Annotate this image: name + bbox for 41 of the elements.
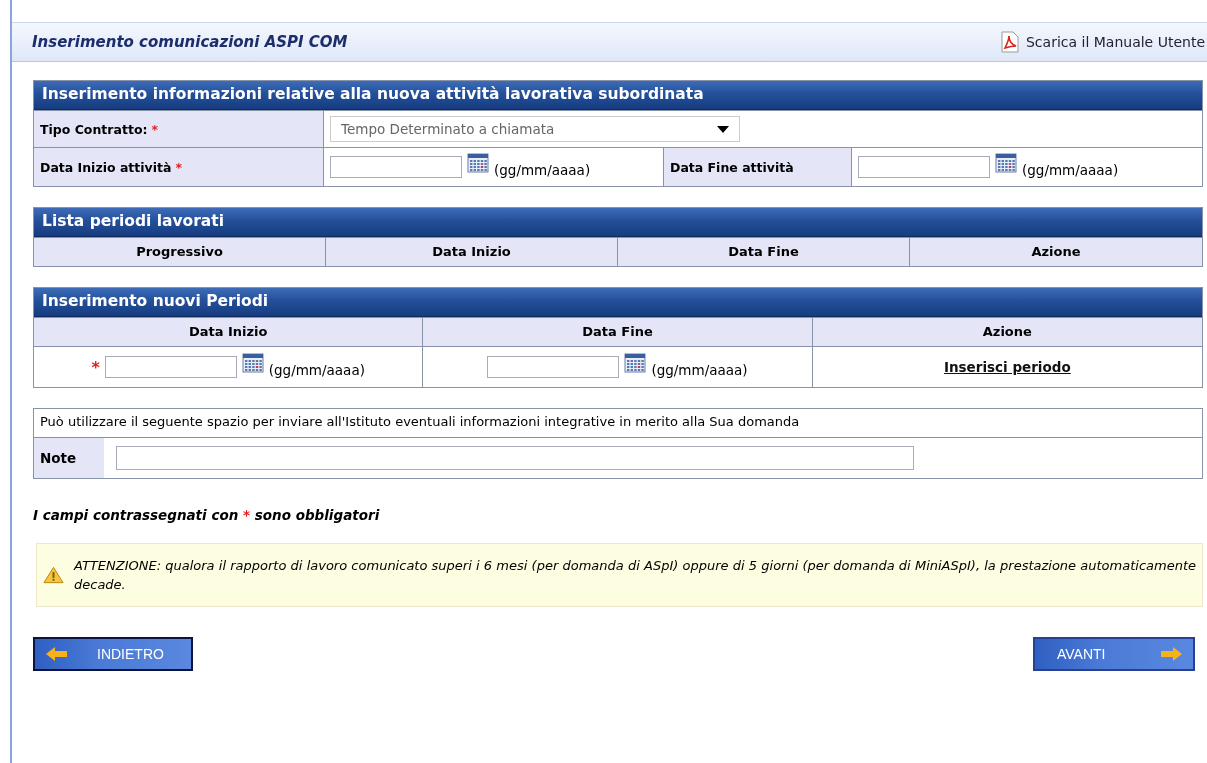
date-field[interactable] — [487, 356, 620, 378]
warning-text: ATTENZIONE: qualora il rapporto di lavoro comunicato superi i 6 mesi (per domanda di ASpI) oppure di 5 giorni (per domanda di MiniASpI), la prestazione automaticamente decade. — [74, 557, 1196, 594]
notes-description: Può utilizzare il seguente spazio per inviare all'Istituto eventuali informazioni integrative in merito alla Sua domanda — [39, 413, 801, 431]
field-label: Tipo Contratto: * — [34, 111, 324, 147]
section-header: Inserimento nuovi Periodi — [34, 288, 1202, 317]
column-header: Data Fine — [618, 238, 910, 266]
arrow-right-icon — [1159, 646, 1183, 662]
field-label: Note — [34, 438, 104, 478]
column-header: Data Fine — [423, 318, 813, 346]
date-field[interactable] — [104, 356, 237, 378]
field-label: Data Inizio attività * — [34, 148, 324, 186]
manual-link[interactable]: Scarica il Manuale Utente — [999, 31, 1207, 53]
column-header: Azione — [910, 238, 1202, 266]
calendar-icon[interactable] — [467, 153, 489, 173]
date-format-hint: (gg/mm/aaaa) — [1022, 162, 1119, 178]
field-label: Data Fine attività — [664, 148, 852, 186]
back-button[interactable]: INDIETRO — [33, 637, 193, 671]
insert-period-link[interactable]: Inserisci periodo — [943, 359, 1071, 375]
notes-field[interactable] — [116, 446, 914, 470]
next-button[interactable]: AVANTI — [1033, 637, 1195, 671]
pdf-icon — [999, 31, 1020, 53]
section-header: Lista periodi lavorati — [34, 208, 1202, 237]
date-field[interactable] — [330, 156, 462, 178]
arrow-left-icon — [45, 646, 69, 662]
calendar-icon[interactable] — [624, 353, 647, 373]
column-header: Azione — [812, 318, 1202, 346]
required-fields-note: I campi contrassegnati con * sono obbligatori — [33, 507, 381, 523]
date-field[interactable] — [858, 156, 990, 178]
section-header: Inserimento informazioni relative alla nuova attività lavorativa subordinata — [34, 81, 1202, 110]
calendar-icon[interactable] — [241, 353, 264, 373]
required-mark: * — [91, 357, 100, 377]
page-title: Inserimento comunicazioni ASPI COM — [32, 33, 348, 51]
column-header: Data Inizio — [34, 318, 424, 346]
date-format-hint: (gg/mm/aaaa) — [651, 362, 748, 378]
column-header: Progressivo — [34, 238, 326, 266]
column-header: Data Inizio — [326, 238, 618, 266]
date-format-hint: (gg/mm/aaaa) — [268, 362, 365, 378]
contract-dropdown[interactable]: Tempo Determinato a chiamata — [330, 116, 740, 142]
warning-icon — [43, 565, 64, 585]
calendar-icon[interactable] — [995, 153, 1017, 173]
date-format-hint: (gg/mm/aaaa) — [494, 162, 591, 178]
